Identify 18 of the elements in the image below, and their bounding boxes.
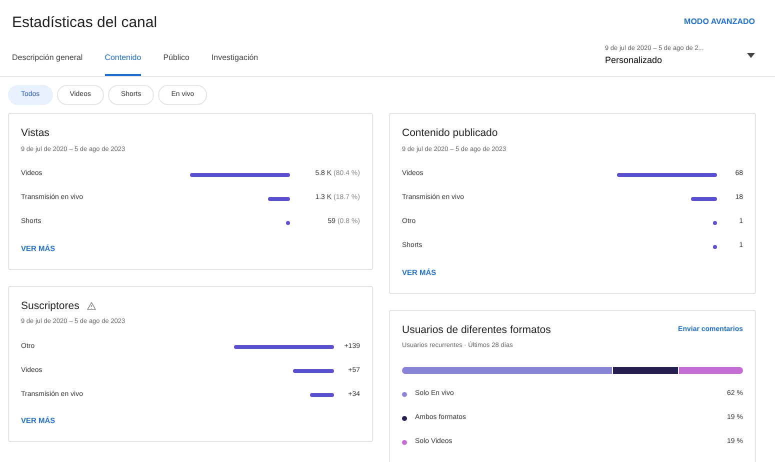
card-title: Contenido publicado [402, 126, 498, 141]
card-title: Usuarios de diferentes formatos [402, 322, 551, 338]
tab[interactable]: Contenido [104, 52, 142, 76]
tab[interactable]: Investigación [211, 52, 258, 76]
page-title: Estadísticas del canal [12, 13, 158, 33]
bar [713, 220, 717, 224]
tab[interactable]: Descripción general [12, 52, 83, 76]
bar [310, 393, 334, 397]
bar [293, 369, 334, 373]
card-title: Suscriptores [21, 298, 80, 314]
bar [713, 244, 717, 248]
advanced-mode-button[interactable]: MODO AVANZADO [684, 16, 755, 28]
bar [268, 196, 290, 200]
bar [286, 220, 290, 224]
caret-icon [747, 53, 755, 58]
bar [690, 196, 717, 200]
card-title: Vistas [21, 126, 50, 141]
tab[interactable]: Público [163, 52, 190, 76]
